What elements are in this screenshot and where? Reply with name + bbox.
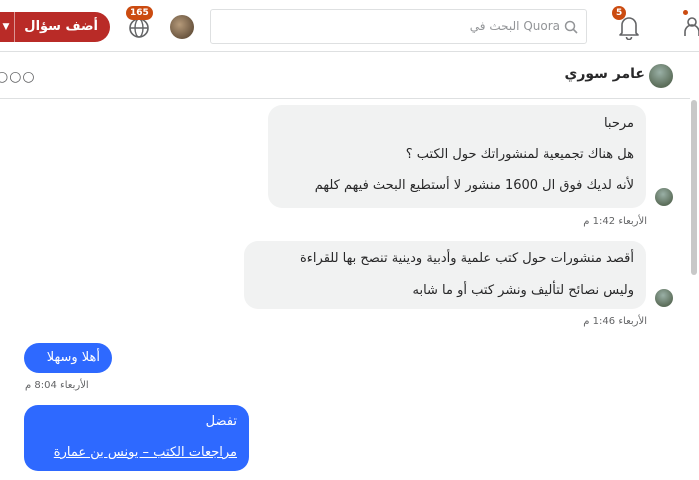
search-input[interactable]: البحث في Quora	[210, 9, 587, 44]
contact-name[interactable]: عامر سوري	[564, 66, 645, 82]
message-timestamp: الأربعاء 8:04 م	[25, 380, 89, 391]
profile-avatar[interactable]	[170, 15, 194, 39]
message-line: هل هناك تجميعية لمنشوراتك حول الكتب ؟	[405, 147, 634, 162]
add-question-label: أضف سؤال	[24, 19, 98, 34]
search-icon	[564, 19, 578, 34]
search-placeholder: البحث في Quora	[469, 19, 560, 33]
top-navigation-bar: ▼ أضف سؤال 165 البحث في Quora 5	[0, 0, 699, 52]
spaces-icon[interactable]	[684, 14, 699, 40]
message-line: لأنه لديك فوق ال 1600 منشور لا أستطيع ال…	[314, 178, 634, 193]
chevron-down-icon[interactable]: ▼	[0, 12, 15, 42]
spaces-alert-dot	[683, 10, 688, 15]
incoming-message: أقصد منشورات حول كتب علمية وأدبية ودينية…	[244, 241, 646, 309]
message-line: تفضل	[205, 414, 237, 429]
add-question-button[interactable]: ▼ أضف سؤال	[0, 12, 110, 42]
sender-avatar	[655, 188, 673, 206]
incoming-message: مرحبا هل هناك تجميعية لمنشوراتك حول الكت…	[268, 105, 646, 208]
message-line: أهلا وسهلا	[46, 350, 100, 365]
outgoing-message: أهلا وسهلا	[24, 343, 112, 373]
message-timestamp: الأربعاء 1:46 م	[583, 316, 647, 327]
contact-avatar[interactable]	[649, 64, 673, 88]
more-options-icon[interactable]: ○○○	[0, 69, 36, 85]
message-line: مرحبا	[603, 116, 634, 131]
outgoing-message: تفضل مراجعات الكتب – يونس بن عمارة	[24, 405, 249, 471]
scrollbar-thumb[interactable]	[691, 100, 697, 275]
book-reviews-link[interactable]: مراجعات الكتب – يونس بن عمارة	[54, 445, 237, 460]
globe-notification-badge: 165	[126, 6, 153, 20]
message-line: أقصد منشورات حول كتب علمية وأدبية ودينية…	[299, 251, 634, 266]
conversation-header: ○○○ عامر سوري	[0, 52, 690, 99]
sender-avatar	[655, 289, 673, 307]
message-line: وليس نصائح لتأليف ونشر كتب أو ما شابه	[412, 283, 634, 298]
message-timestamp: الأربعاء 1:42 م	[583, 216, 647, 227]
